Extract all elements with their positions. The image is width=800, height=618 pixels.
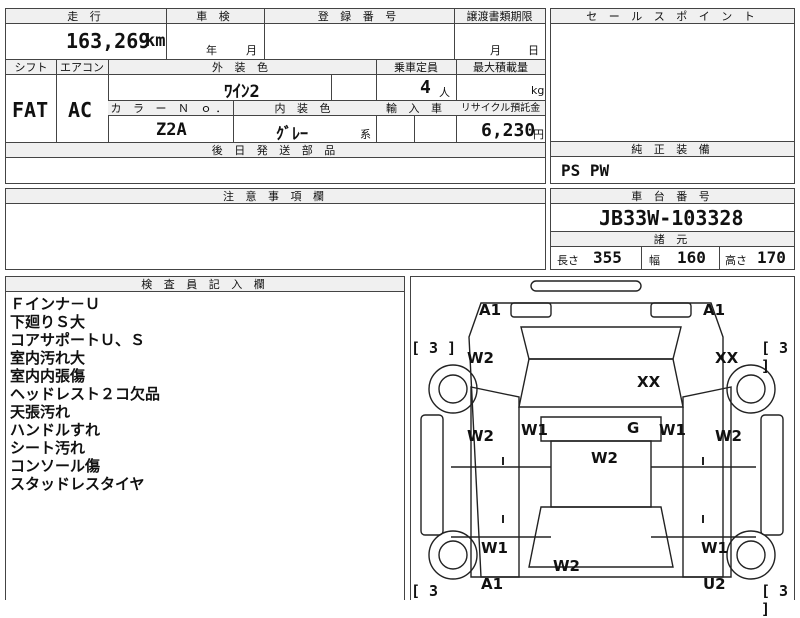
tire-rear-right-tread: [ 3 ] <box>761 582 789 618</box>
chassis-value: JB33W-103328 <box>599 206 744 230</box>
front-bumper-shape <box>530 280 642 292</box>
spec-header: 諸 元 <box>551 232 794 247</box>
mileage-value: 163,269 <box>66 29 151 53</box>
sales-points-header: セ ー ル ス ポ イ ン ト <box>551 9 794 24</box>
mileage-unit: km <box>145 31 166 51</box>
inspector-notes-list: Ｆインナ－Ｕ 下廻りＳ大 コアサポートＵ、Ｓ 室内汚れ大 室内内張傷 ヘッドレスト２コ欠品… <box>10 295 160 493</box>
wheel-rear-left-shape <box>428 530 478 580</box>
registration-header: 登 録 番 号 <box>264 9 454 24</box>
inspection-year-label: 年 <box>206 44 217 57</box>
length-value: 355 <box>593 248 622 267</box>
max-load-header: 最大積載量 <box>456 60 545 75</box>
caution-header: 注 意 事 項 欄 <box>6 189 545 204</box>
color-no-header: カ ラ ー Ｎ ｏ． <box>108 101 233 116</box>
mark-w1-right-pillar: W1 <box>659 421 686 439</box>
width-value: 160 <box>677 248 706 267</box>
mark-w2-rear: W2 <box>553 557 580 575</box>
capacity-unit: 人 <box>439 86 450 99</box>
inspector-note: ヘッドレスト２コ欠品 <box>10 385 161 403</box>
recycle-unit: 円 <box>533 128 544 141</box>
inspector-note: スタッドレスタイヤ <box>10 475 145 493</box>
ext-color-value: ﾜｲﾝ2 <box>224 82 260 102</box>
equipment-value: PS PW <box>561 161 610 180</box>
mark-w1-left-rear: W1 <box>481 539 508 557</box>
wheel-front-left-shape <box>428 364 478 414</box>
mark-w2-left-door: W2 <box>467 427 494 445</box>
tire-rear-left-tread: [ 3 <box>411 582 439 600</box>
inspector-header: 検 査 員 記 入 欄 <box>6 277 404 292</box>
mark-a1-front-right: A1 <box>703 301 726 319</box>
inspector-note: ハンドルすれ <box>10 421 101 439</box>
recycle-header: リサイクル預託金 <box>456 101 545 116</box>
recycle-value: 6,230 <box>481 120 536 141</box>
inspector-notes-box: 検 査 員 記 入 欄 Ｆインナ－Ｕ 下廻りＳ大 コアサポートＵ、Ｓ 室内汚れ大 室内内… <box>5 276 405 600</box>
mark-a1-rear-left: A1 <box>481 575 504 593</box>
inspector-note: 室内汚れ大 <box>10 349 86 367</box>
interior-value: ｸﾞﾚｰ <box>276 124 309 143</box>
height-value: 170 <box>757 248 786 267</box>
mark-u2-rear-right: U2 <box>703 575 726 593</box>
inspector-note: 天張汚れ <box>10 403 71 421</box>
transfer-month-label: 月 <box>490 44 501 57</box>
mark-w2-right-door: W2 <box>715 427 742 445</box>
length-label: 長さ <box>557 254 579 267</box>
inspector-note: コアサポートＵ、Ｓ <box>10 331 146 349</box>
tire-front-left-tread: [ 3 ] <box>411 339 457 357</box>
max-load-unit: kg <box>531 84 545 97</box>
inspector-note: 室内内張傷 <box>10 367 86 385</box>
vehicle-info-top: 走 行 車 検 登 録 番 号 譲渡書類期限 163,269 km 年 月 月 … <box>5 8 546 60</box>
inspection-header: 車 検 <box>166 9 264 24</box>
shift-header: シフト <box>6 60 56 75</box>
interior-suffix: 系 <box>360 128 371 141</box>
wheel-rear-right-shape <box>726 530 776 580</box>
inspector-note: 下廻りＳ大 <box>10 313 86 331</box>
transfer-day-label: 日 <box>528 44 539 57</box>
import-header: 輸 入 車 <box>376 101 456 116</box>
shift-value: FAT <box>12 98 49 122</box>
chassis-box: 車 台 番 号 JB33W-103328 諸 元 長さ 355 幅 160 高さ… <box>550 188 795 270</box>
color-no-value: Z2A <box>156 120 187 140</box>
inspector-note: コンソール傷 <box>10 457 101 475</box>
mark-w1-right-rear: W1 <box>701 539 728 557</box>
mark-w1-left-pillar: W1 <box>521 421 548 439</box>
vehicle-info-mid: シフト エアコン 外 装 色 乗車定員 最大積載量 FAT AC ﾜｲﾝ2 4 … <box>5 59 546 184</box>
inspector-note: シート汚れ <box>10 439 86 457</box>
width-label: 幅 <box>649 254 660 267</box>
sales-points-box: セ ー ル ス ポ イ ン ト <box>550 8 795 142</box>
body-outline-shape <box>468 302 724 578</box>
interior-header: 内 装 色 <box>233 101 376 116</box>
damage-diagram-box: [ 3 ] [ 3 ] [ 3 [ 3 ] A1 A1 W2 XX XX W2 … <box>410 276 795 618</box>
equipment-box: 純 正 装 備 PS PW <box>550 141 795 184</box>
caution-box: 注 意 事 項 欄 <box>5 188 546 270</box>
capacity-header: 乗車定員 <box>376 60 456 75</box>
hood-shape <box>520 326 682 360</box>
transfer-header: 譲渡書類期限 <box>454 9 545 24</box>
later-parts-header: 後 日 発 送 部 品 <box>6 143 545 158</box>
mark-a1-front-left: A1 <box>479 301 502 319</box>
equipment-header: 純 正 装 備 <box>551 142 794 157</box>
mark-g-glass: G <box>627 419 640 437</box>
inspection-month-label: 月 <box>246 44 257 57</box>
mark-w2-roof: W2 <box>591 449 618 467</box>
chassis-header: 車 台 番 号 <box>551 189 794 204</box>
aircon-value: AC <box>68 98 93 122</box>
tire-front-right-tread: [ 3 ] <box>761 339 789 375</box>
height-label: 高さ <box>725 254 747 267</box>
ext-color-header: 外 装 色 <box>108 60 376 75</box>
mileage-header: 走 行 <box>6 9 166 24</box>
capacity-value: 4 <box>420 77 431 98</box>
mark-xx-right-fender: XX <box>715 349 739 367</box>
roof-shape <box>540 416 662 442</box>
aircon-header: エアコン <box>56 60 108 75</box>
mark-w2-left-fender: W2 <box>467 349 494 367</box>
mark-xx-hood: XX <box>637 373 661 391</box>
inspector-note: Ｆインナ－Ｕ <box>10 295 101 313</box>
